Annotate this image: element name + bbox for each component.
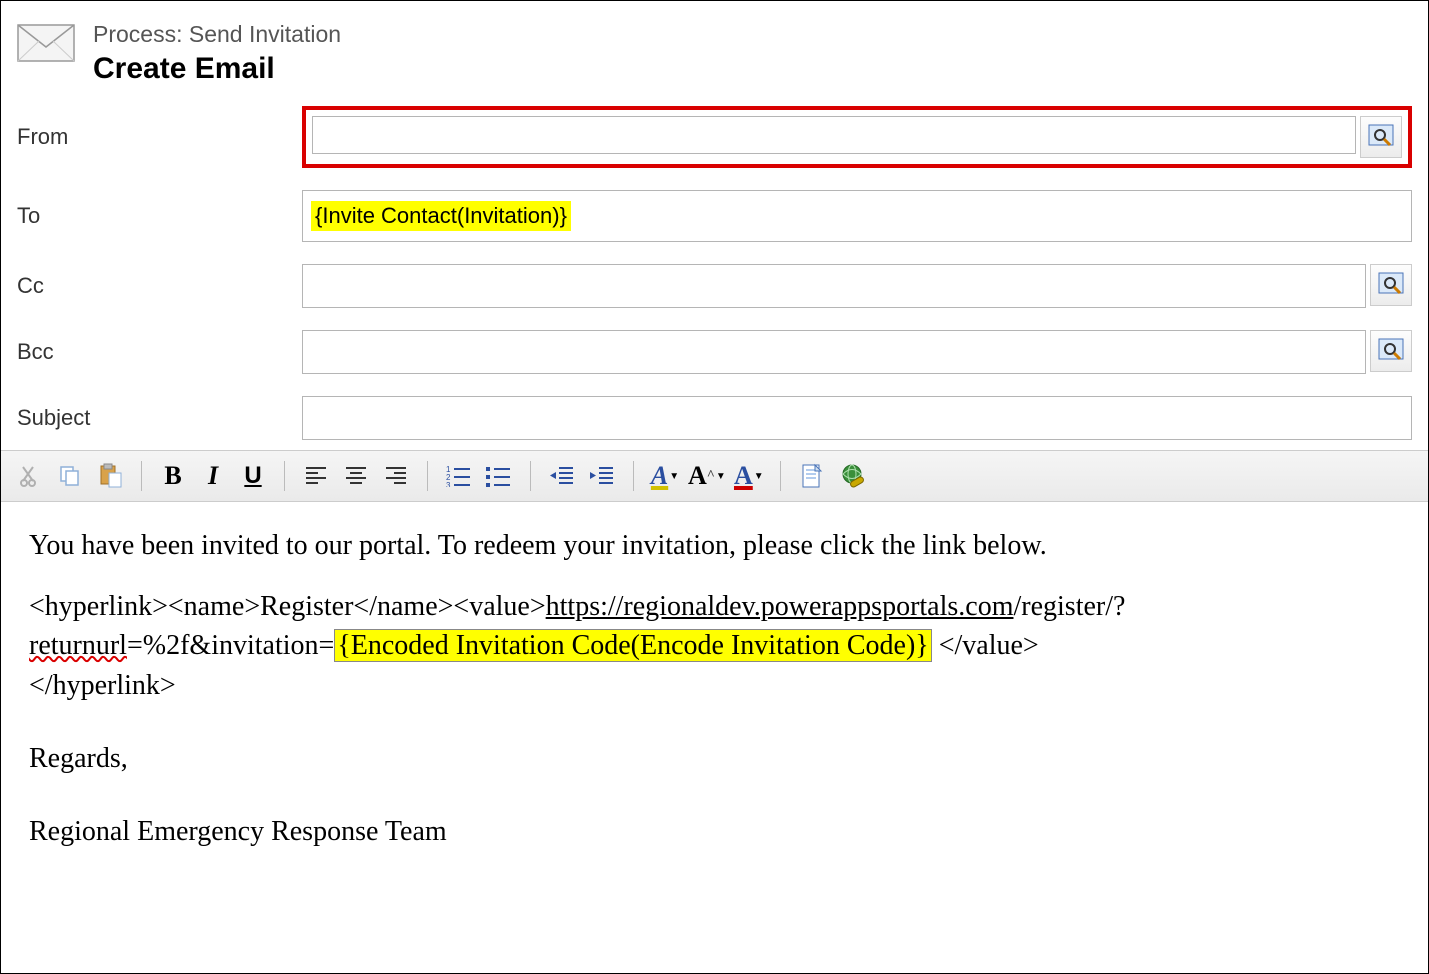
toolbar-separator	[633, 461, 634, 491]
from-input[interactable]	[312, 116, 1356, 154]
body-intro-line: You have been invited to our portal. To …	[29, 526, 1400, 565]
to-label: To	[17, 203, 302, 229]
indent-button[interactable]	[585, 459, 619, 493]
numbered-list-button[interactable]: 123	[442, 459, 476, 493]
toolbar-separator	[780, 461, 781, 491]
highlight-color-button[interactable]: A▼	[648, 459, 682, 493]
bold-button[interactable]: B	[156, 459, 190, 493]
font-size-button[interactable]: A^▼	[688, 459, 726, 493]
outdent-button[interactable]	[545, 459, 579, 493]
align-right-button[interactable]	[379, 459, 413, 493]
page-title: Create Email	[93, 52, 341, 86]
cut-button[interactable]	[13, 459, 47, 493]
align-center-button[interactable]	[339, 459, 373, 493]
bcc-lookup-button[interactable]	[1370, 330, 1412, 372]
cc-input[interactable]	[302, 264, 1366, 308]
email-body-editor[interactable]: You have been invited to our portal. To …	[1, 502, 1428, 883]
bcc-label: Bcc	[17, 339, 302, 365]
process-breadcrumb: Process: Send Invitation	[93, 21, 341, 48]
subject-label: Subject	[17, 405, 302, 431]
body-signature: Regional Emergency Response Team	[29, 812, 1400, 851]
svg-text:3: 3	[446, 481, 451, 487]
body-hyperlink-block: <hyperlink><name>Register</name><value>h…	[29, 587, 1400, 705]
bcc-input[interactable]	[302, 330, 1366, 374]
rte-toolbar: B I U 123 A▼ A^▼ A▼	[1, 450, 1428, 502]
body-regards: Regards,	[29, 739, 1400, 778]
bulleted-list-button[interactable]	[482, 459, 516, 493]
envelope-icon	[17, 21, 75, 65]
paste-button[interactable]	[93, 459, 127, 493]
align-left-button[interactable]	[299, 459, 333, 493]
toolbar-separator	[141, 461, 142, 491]
to-contact-token: {Invite Contact(Invitation)}	[311, 201, 571, 231]
from-field-highlight	[302, 106, 1412, 168]
toolbar-separator	[427, 461, 428, 491]
insert-hyperlink-button[interactable]	[835, 459, 869, 493]
underline-button[interactable]: U	[236, 459, 270, 493]
toolbar-separator	[284, 461, 285, 491]
to-input[interactable]: {Invite Contact(Invitation)}	[302, 190, 1412, 242]
invitation-code-token: {Encoded Invitation Code(Encode Invitati…	[334, 629, 931, 662]
toolbar-separator	[530, 461, 531, 491]
copy-button[interactable]	[53, 459, 87, 493]
cc-lookup-button[interactable]	[1370, 264, 1412, 306]
from-label: From	[17, 124, 302, 150]
insert-template-button[interactable]	[795, 459, 829, 493]
cc-label: Cc	[17, 273, 302, 299]
from-lookup-button[interactable]	[1360, 116, 1402, 158]
subject-input[interactable]	[302, 396, 1412, 440]
font-color-button[interactable]: A▼	[732, 459, 766, 493]
italic-button[interactable]: I	[196, 459, 230, 493]
